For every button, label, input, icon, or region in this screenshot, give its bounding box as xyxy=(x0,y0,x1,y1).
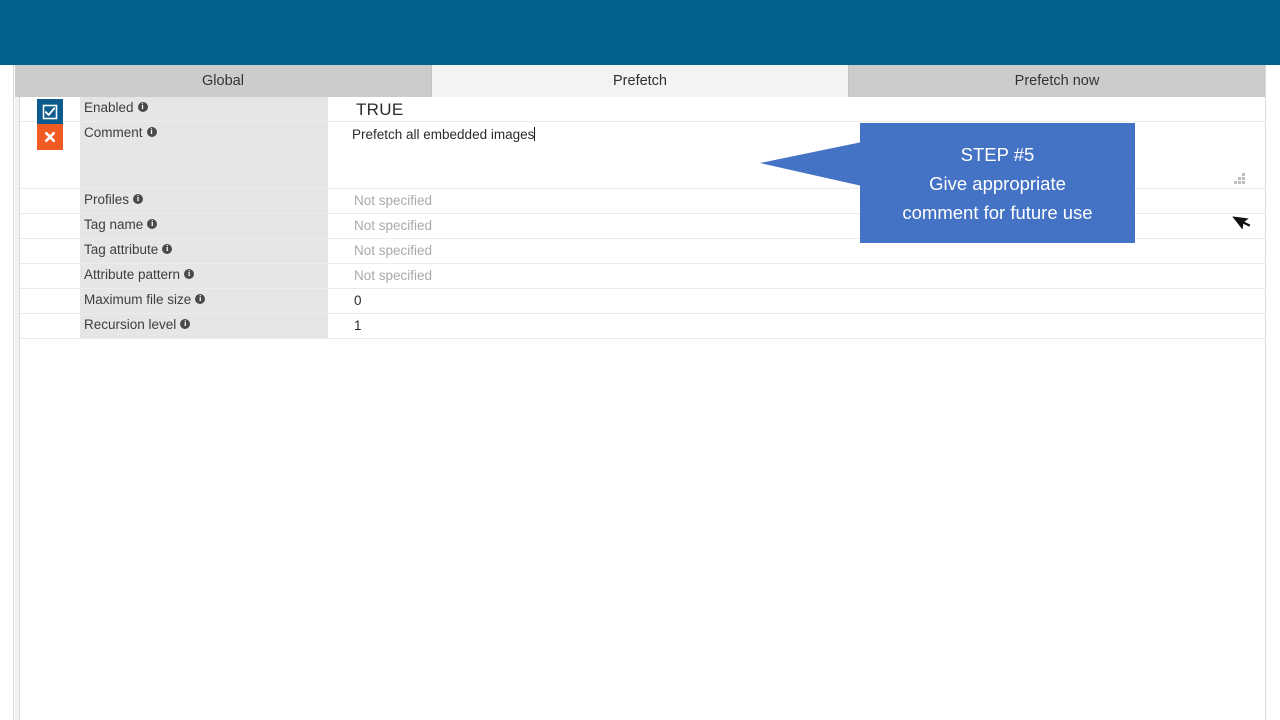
property-label-maximum-file-size: Maximum file size i xyxy=(80,289,328,313)
info-icon[interactable]: i xyxy=(137,102,148,112)
value-text: Not specified xyxy=(354,218,433,233)
row-status-comment xyxy=(20,122,80,150)
label-text: Maximum file size xyxy=(84,292,192,307)
app-root: Global Prefetch Prefetch now Enabled i T… xyxy=(0,0,1280,720)
value-text: Prefetch all embedded images xyxy=(352,127,535,142)
tab-global-label: Global xyxy=(202,73,244,89)
top-banner xyxy=(0,0,1280,63)
left-gutter xyxy=(0,65,14,720)
property-label-attribute-pattern: Attribute pattern i xyxy=(80,264,328,288)
label-text: Comment xyxy=(84,125,143,140)
property-value-enabled[interactable]: TRUE xyxy=(328,97,1265,121)
label-text: Recursion level xyxy=(84,317,177,332)
tab-prefetch-label: Prefetch xyxy=(613,73,667,89)
property-label-tag-attribute: Tag attribute i xyxy=(80,239,328,263)
tab-prefetch-now-label: Prefetch now xyxy=(1014,73,1100,89)
info-icon[interactable]: i xyxy=(147,219,158,229)
callout-line-1: STEP #5 xyxy=(960,143,1035,165)
property-value-recursion-level[interactable]: 1 xyxy=(328,314,1265,338)
info-icon[interactable]: i xyxy=(180,319,191,329)
text-caret xyxy=(534,127,536,141)
label-text: Attribute pattern xyxy=(84,267,181,282)
label-text: Profiles xyxy=(84,192,130,207)
property-label-tag-name: Tag name i xyxy=(80,214,328,238)
tab-bar: Global Prefetch Prefetch now xyxy=(15,65,1265,97)
info-icon[interactable]: i xyxy=(162,244,173,254)
info-icon[interactable]: i xyxy=(146,127,157,137)
row-status-enabled xyxy=(20,97,80,125)
property-label-comment: Comment i xyxy=(80,122,328,188)
close-icon[interactable] xyxy=(37,124,63,150)
info-icon[interactable]: i xyxy=(133,194,144,204)
value-text: 0 xyxy=(354,293,362,308)
table-row: Attribute pattern i Not specified xyxy=(20,264,1265,289)
tab-global[interactable]: Global xyxy=(15,65,432,97)
table-row: Maximum file size i 0 xyxy=(20,289,1265,314)
value-text: TRUE xyxy=(356,100,404,119)
resize-grip-handle[interactable] xyxy=(1231,172,1245,184)
property-value-attribute-pattern[interactable]: Not specified xyxy=(328,264,1265,288)
label-text: Tag name xyxy=(84,217,144,232)
value-text: Not specified xyxy=(354,243,433,258)
property-label-recursion-level: Recursion level i xyxy=(80,314,328,338)
property-value-maximum-file-size[interactable]: 0 xyxy=(328,289,1265,313)
tab-prefetch[interactable]: Prefetch xyxy=(432,65,849,97)
callout-arrow-tail xyxy=(760,142,862,186)
value-text: Not specified xyxy=(354,268,433,283)
value-text: Not specified xyxy=(354,193,433,208)
table-row: Enabled i TRUE xyxy=(20,97,1265,125)
right-gutter xyxy=(1265,65,1280,720)
callout-line-3: comment for future use xyxy=(902,201,1093,223)
property-label-profiles: Profiles i xyxy=(80,189,328,213)
value-text: 1 xyxy=(354,318,362,333)
info-icon[interactable]: i xyxy=(195,294,206,304)
callout-step5: STEP #5 Give appropriate comment for fut… xyxy=(860,123,1135,243)
info-icon[interactable]: i xyxy=(184,269,195,279)
callout-line-2: Give appropriate xyxy=(929,172,1066,194)
property-label-enabled: Enabled i xyxy=(80,97,328,121)
label-text: Tag attribute xyxy=(84,242,159,257)
label-text: Enabled xyxy=(84,100,134,115)
tab-prefetch-now[interactable]: Prefetch now xyxy=(849,65,1265,97)
table-row: Recursion level i 1 xyxy=(20,314,1265,339)
